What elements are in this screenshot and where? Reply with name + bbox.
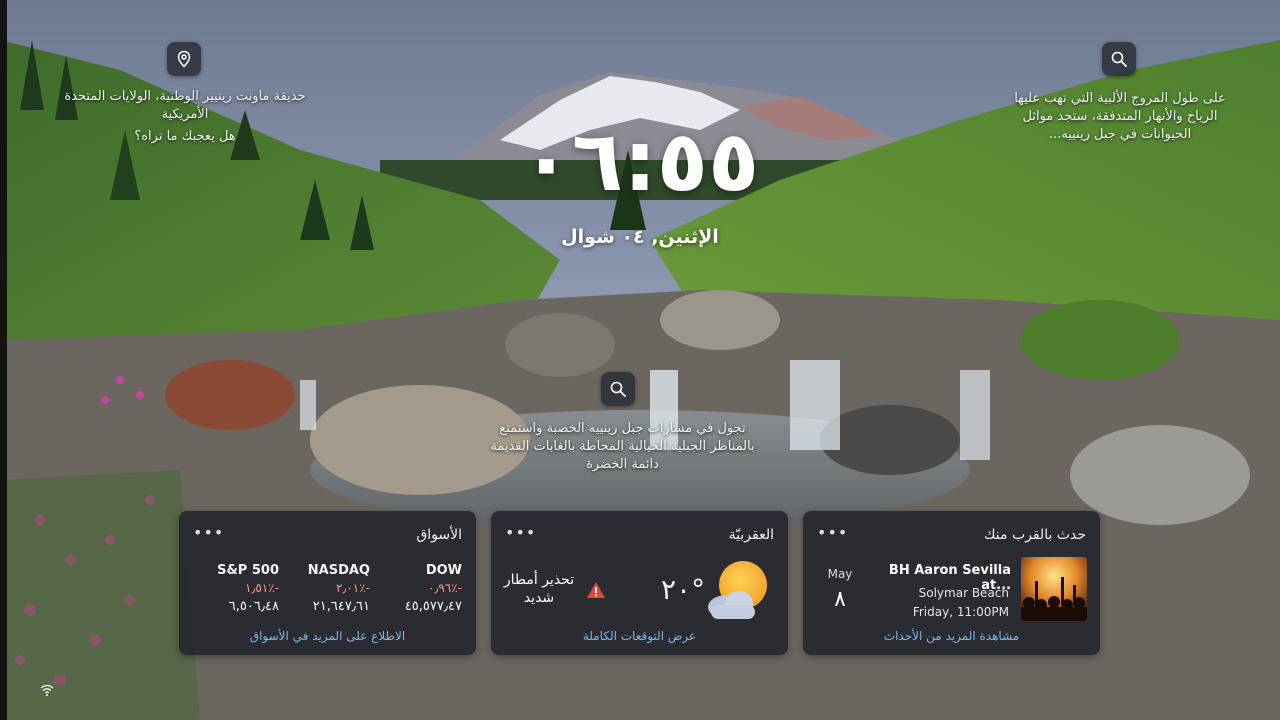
lock-screen-date: الإثنين, ٠٤ شوال [561,226,719,248]
weather-temperature: ٢٠° [661,573,706,606]
events-widget-title: حدث بالقرب منك [983,527,1086,543]
event-day: ٨ [834,587,846,612]
markets-see-more-link[interactable]: الاطلاع على المزيد في الأسواق [179,629,476,643]
partly-cloudy-icon [708,561,767,619]
market-name: NASDAQ [307,563,370,578]
market-item-nasdaq[interactable]: NASDAQ ٢٫٠١٪- ٢١,٦٤٧٫٦١ [280,563,370,614]
market-change: ٠٫٩٦٪- [427,581,462,595]
info-hotspot-center[interactable] [601,372,635,406]
market-value: ٦,٥٠٦٫٤٨ [228,599,279,614]
location-hotspot-button[interactable] [167,42,201,76]
market-change: ٢٫٠١٪- [335,581,370,595]
weather-full-forecast-link[interactable]: عرض التوقعات الكاملة [491,629,788,643]
search-icon [1111,51,1127,67]
search-icon [610,381,626,397]
events-see-more-link[interactable]: مشاهدة المزيد من الأحداث [803,629,1100,643]
event-time: Friday, 11:00PM [912,605,1009,619]
market-name: DOW [425,563,462,578]
markets-more-button[interactable]: ••• [193,523,224,542]
weather-more-button[interactable]: ••• [505,523,536,542]
market-value: ٤٥,٥٧٧٫٤٧ [404,599,462,614]
weather-alert-text[interactable]: تحذير أمطار شديد [501,571,577,607]
location-title: حديقة ماونت رينيير الوطنية، الولايات الم… [64,89,306,122]
hotspot-caption-top-right: على طول المروج الألبية التي تهب عليها ال… [1014,91,1226,142]
info-hotspot-top-right[interactable] [1102,42,1136,76]
screen-left-edge [0,0,7,720]
event-month: May [827,567,853,581]
warning-icon [587,582,605,598]
market-name: S&P 500 [217,563,279,578]
weather-widget[interactable]: العقربيّة ••• ٢٠° تحذير أمطار شديد عرض ا… [491,511,788,655]
weather-widget-title: العقربيّة [728,527,774,543]
event-place: Solymar Beach [918,586,1009,600]
market-item-dow[interactable]: DOW ٠٫٩٦٪- ٤٥,٥٧٧٫٤٧ [372,563,462,614]
location-caption: حديقة ماونت رينيير الوطنية، الولايات الم… [40,88,330,146]
like-what-you-see-link[interactable]: هل يعجبك ما تراه؟ [40,128,330,146]
hotspot-caption-center: تجول في مسارات جبل رينييه الخصبة واستمتع… [490,421,755,472]
concert-crowd-image[interactable] [1021,557,1087,621]
wifi-icon[interactable] [40,684,54,696]
market-change: ١٫٥١٪- [244,581,279,595]
events-more-button[interactable]: ••• [817,523,848,542]
location-pin-icon [177,50,191,68]
markets-widget-title: الأسواق [416,527,462,543]
events-widget[interactable]: حدث بالقرب منك ••• May ٨ BH Aaron Sevill… [803,511,1100,655]
market-item-sp500[interactable]: S&P 500 ١٫٥١٪- ٦,٥٠٦٫٤٨ [189,563,279,614]
lock-screen-clock: ٠٦:٥٥ [520,112,760,210]
markets-widget[interactable]: الأسواق ••• DOW ٠٫٩٦٪- ٤٥,٥٧٧٫٤٧ NASDAQ … [179,511,476,655]
market-value: ٢١,٦٤٧٫٦١ [312,599,370,614]
